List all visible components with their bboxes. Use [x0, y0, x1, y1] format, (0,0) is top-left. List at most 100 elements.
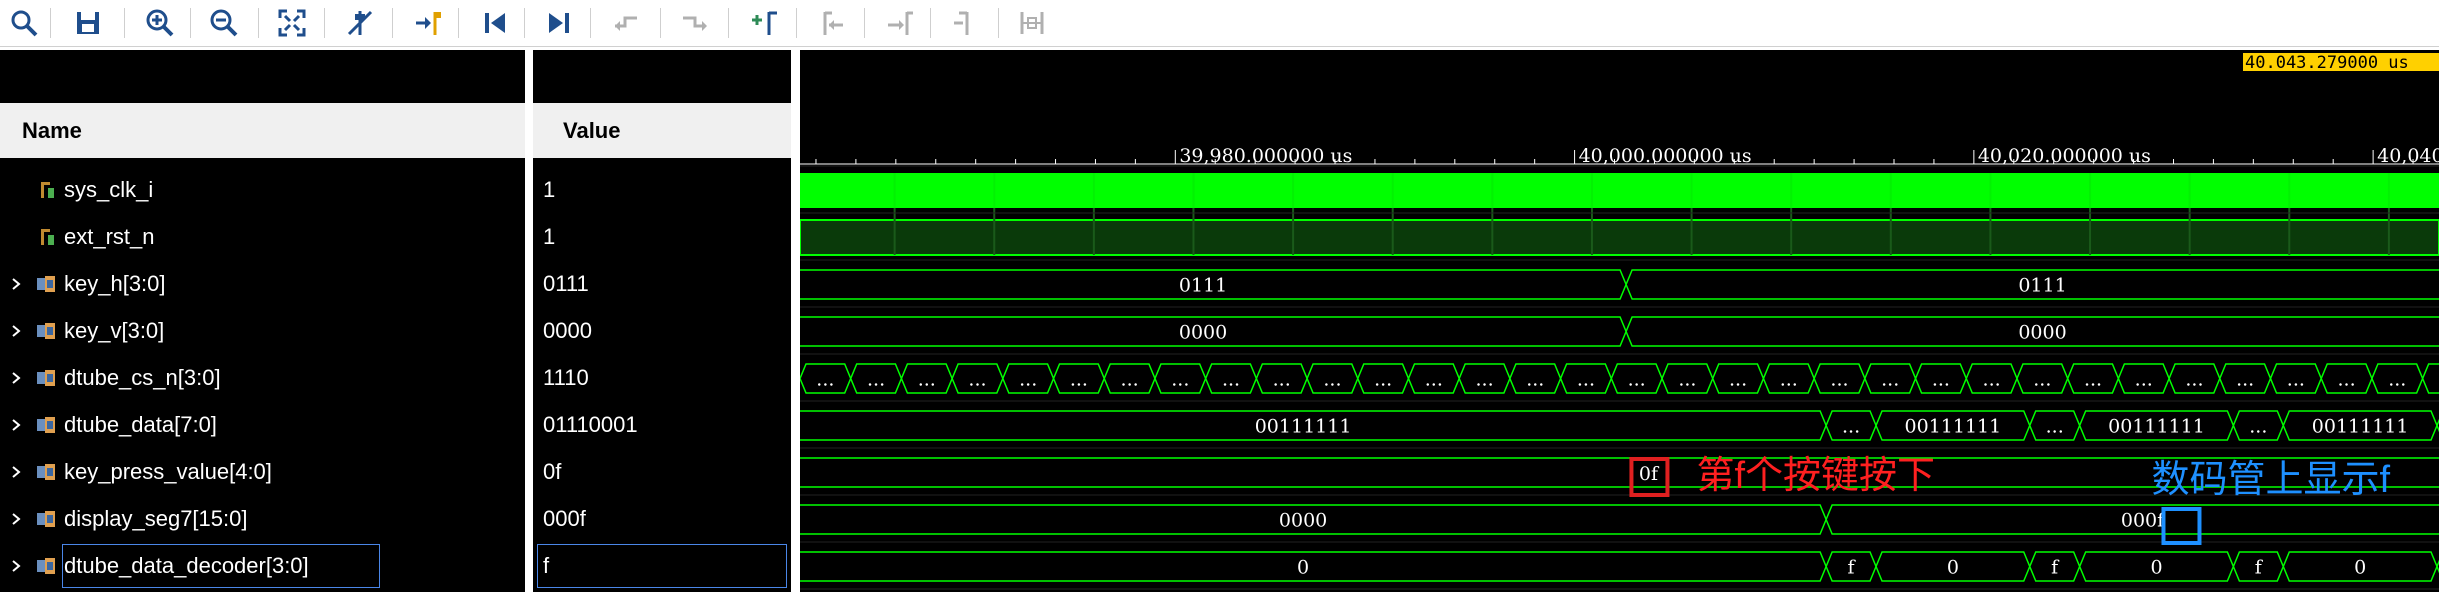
signal-value-row[interactable]: 0000 [533, 307, 791, 354]
bus-value-label: ... [918, 369, 936, 391]
save-button[interactable] [68, 4, 108, 42]
signal-value-row[interactable]: 1110 [533, 354, 791, 401]
bus-value-label: 0 [1297, 557, 1309, 579]
zoom-out-button[interactable] [204, 4, 244, 42]
swap-cursors-button[interactable] [946, 4, 986, 42]
annotation-display: 数码管上显示f [2151, 459, 2390, 501]
toolbar-separator [124, 8, 125, 38]
signal-row[interactable]: sys_clk_i [0, 166, 525, 213]
name-column-header[interactable]: Name [0, 103, 525, 158]
cursor-off-button[interactable] [340, 4, 380, 42]
toolbar-separator [324, 8, 325, 38]
value-header-label: Value [563, 118, 620, 144]
selection-box [537, 544, 787, 588]
signal-value-row[interactable]: 1 [533, 166, 791, 213]
zoom-in-button[interactable] [140, 4, 180, 42]
bus-value-label: 0 [2150, 557, 2162, 579]
bus-value-label: ... [1628, 369, 1646, 391]
signal-row[interactable]: key_h[3:0] [0, 260, 525, 307]
bus-signal-icon [36, 414, 58, 436]
panel-divider[interactable] [791, 50, 800, 592]
zoom-fit-button[interactable] [272, 4, 312, 42]
panel-divider[interactable] [525, 50, 533, 592]
signal-value-row[interactable]: 1 [533, 213, 791, 260]
ruler-time-label: 40,040 [2377, 145, 2439, 167]
zoom-in-icon [145, 8, 175, 38]
bus-signal-icon [36, 273, 58, 295]
bus-value-label: ... [1932, 369, 1950, 391]
signal-value-row[interactable]: 0111 [533, 260, 791, 307]
signal-row[interactable]: ext_rst_n [0, 213, 525, 260]
toolbar-separator [930, 8, 931, 38]
expand-chevron-icon[interactable] [10, 307, 22, 354]
go-to-cursor-button[interactable] [408, 4, 448, 42]
previous-transition-button[interactable] [606, 4, 646, 42]
signal-value: 0111 [543, 271, 589, 297]
signal-value-row[interactable]: 01110001 [533, 401, 791, 448]
signal-value: 0f [543, 459, 561, 485]
fix-cursor-button[interactable] [1012, 4, 1052, 42]
expand-chevron-icon[interactable] [10, 260, 22, 307]
go-to-end-button[interactable] [540, 4, 580, 42]
waveform-canvas[interactable]: 40.043.279000 us39,980.000000 us40,000.0… [800, 50, 2439, 592]
signal-row[interactable]: dtube_cs_n[3:0] [0, 354, 525, 401]
swap-cursors-icon [951, 8, 981, 38]
signal-value: 1 [543, 224, 555, 250]
bus-value-label: ... [1983, 369, 2001, 391]
bus-value-label: 0000 [1279, 510, 1327, 532]
bus-value-label: ... [1222, 369, 1240, 391]
name-panel: Name sys_clk_iext_rst_nkey_h[3:0] key_v[3… [0, 50, 525, 592]
bus-value-label: 00111111 [1905, 416, 2002, 438]
bus-value-label: f [2255, 557, 2264, 579]
signal-row[interactable]: key_v[3:0] [0, 307, 525, 354]
waveform-panel[interactable]: 40.043.279000 us39,980.000000 us40,000.0… [800, 50, 2439, 592]
cursor-off-icon [345, 8, 375, 38]
signal-row[interactable]: display_seg7[15:0] [0, 495, 525, 542]
bus-value-label: ... [1374, 369, 1392, 391]
signal-value: 01110001 [543, 412, 638, 438]
expand-chevron-icon[interactable] [10, 495, 22, 542]
ruler-time-label: 39,980.000000 us [1179, 145, 1352, 167]
signal-row[interactable]: dtube_data[7:0] [0, 401, 525, 448]
next-marker-button[interactable] [880, 4, 920, 42]
toolbar-separator [660, 8, 661, 38]
signal-value-row[interactable]: 000f [533, 495, 791, 542]
previous-marker-button[interactable] [812, 4, 852, 42]
bus-segment [2423, 364, 2439, 393]
signal-value-row[interactable]: 0f [533, 448, 791, 495]
signal-row[interactable]: key_press_value[4:0] [0, 448, 525, 495]
bus-value-label: ... [2046, 416, 2064, 438]
next-transition-button[interactable] [676, 4, 716, 42]
bus-value-label: ... [1121, 369, 1139, 391]
toolbar-separator [458, 8, 459, 38]
add-marker-button[interactable] [744, 4, 784, 42]
expand-chevron-icon[interactable] [10, 448, 22, 495]
bus-signal-icon [36, 367, 58, 389]
bus-value-label: 0 [1947, 557, 1959, 579]
save-icon [73, 8, 103, 38]
bus-value-label: 0111 [1179, 275, 1227, 297]
bus-value-label: ... [1830, 369, 1848, 391]
bus-value-label: ... [2388, 369, 2406, 391]
bus-value-label: ... [1475, 369, 1493, 391]
toolbar-separator [728, 8, 729, 38]
signal-name: key_v[3:0] [64, 318, 164, 344]
signal-name: display_seg7[15:0] [64, 506, 247, 532]
signal-name: dtube_cs_n[3:0] [64, 365, 221, 391]
bus-value-label: ... [1171, 369, 1189, 391]
search-button[interactable] [4, 4, 44, 42]
bus-value-label: ... [1780, 369, 1798, 391]
bus-value-label: ... [1070, 369, 1088, 391]
bus-value-label: 00111111 [1255, 416, 1352, 438]
bus-value-label: 000f [2121, 510, 2166, 532]
toolbar-separator [796, 8, 797, 38]
bus-value-label: 0000 [2018, 322, 2066, 344]
bus-signal-icon [36, 555, 58, 577]
previous-transition-icon [611, 8, 641, 38]
expand-chevron-icon[interactable] [10, 401, 22, 448]
go-to-start-button[interactable] [474, 4, 514, 42]
expand-chevron-icon[interactable] [10, 542, 22, 589]
expand-chevron-icon[interactable] [10, 354, 22, 401]
toolbar-separator [190, 8, 191, 38]
value-column-header[interactable]: Value [533, 103, 791, 158]
